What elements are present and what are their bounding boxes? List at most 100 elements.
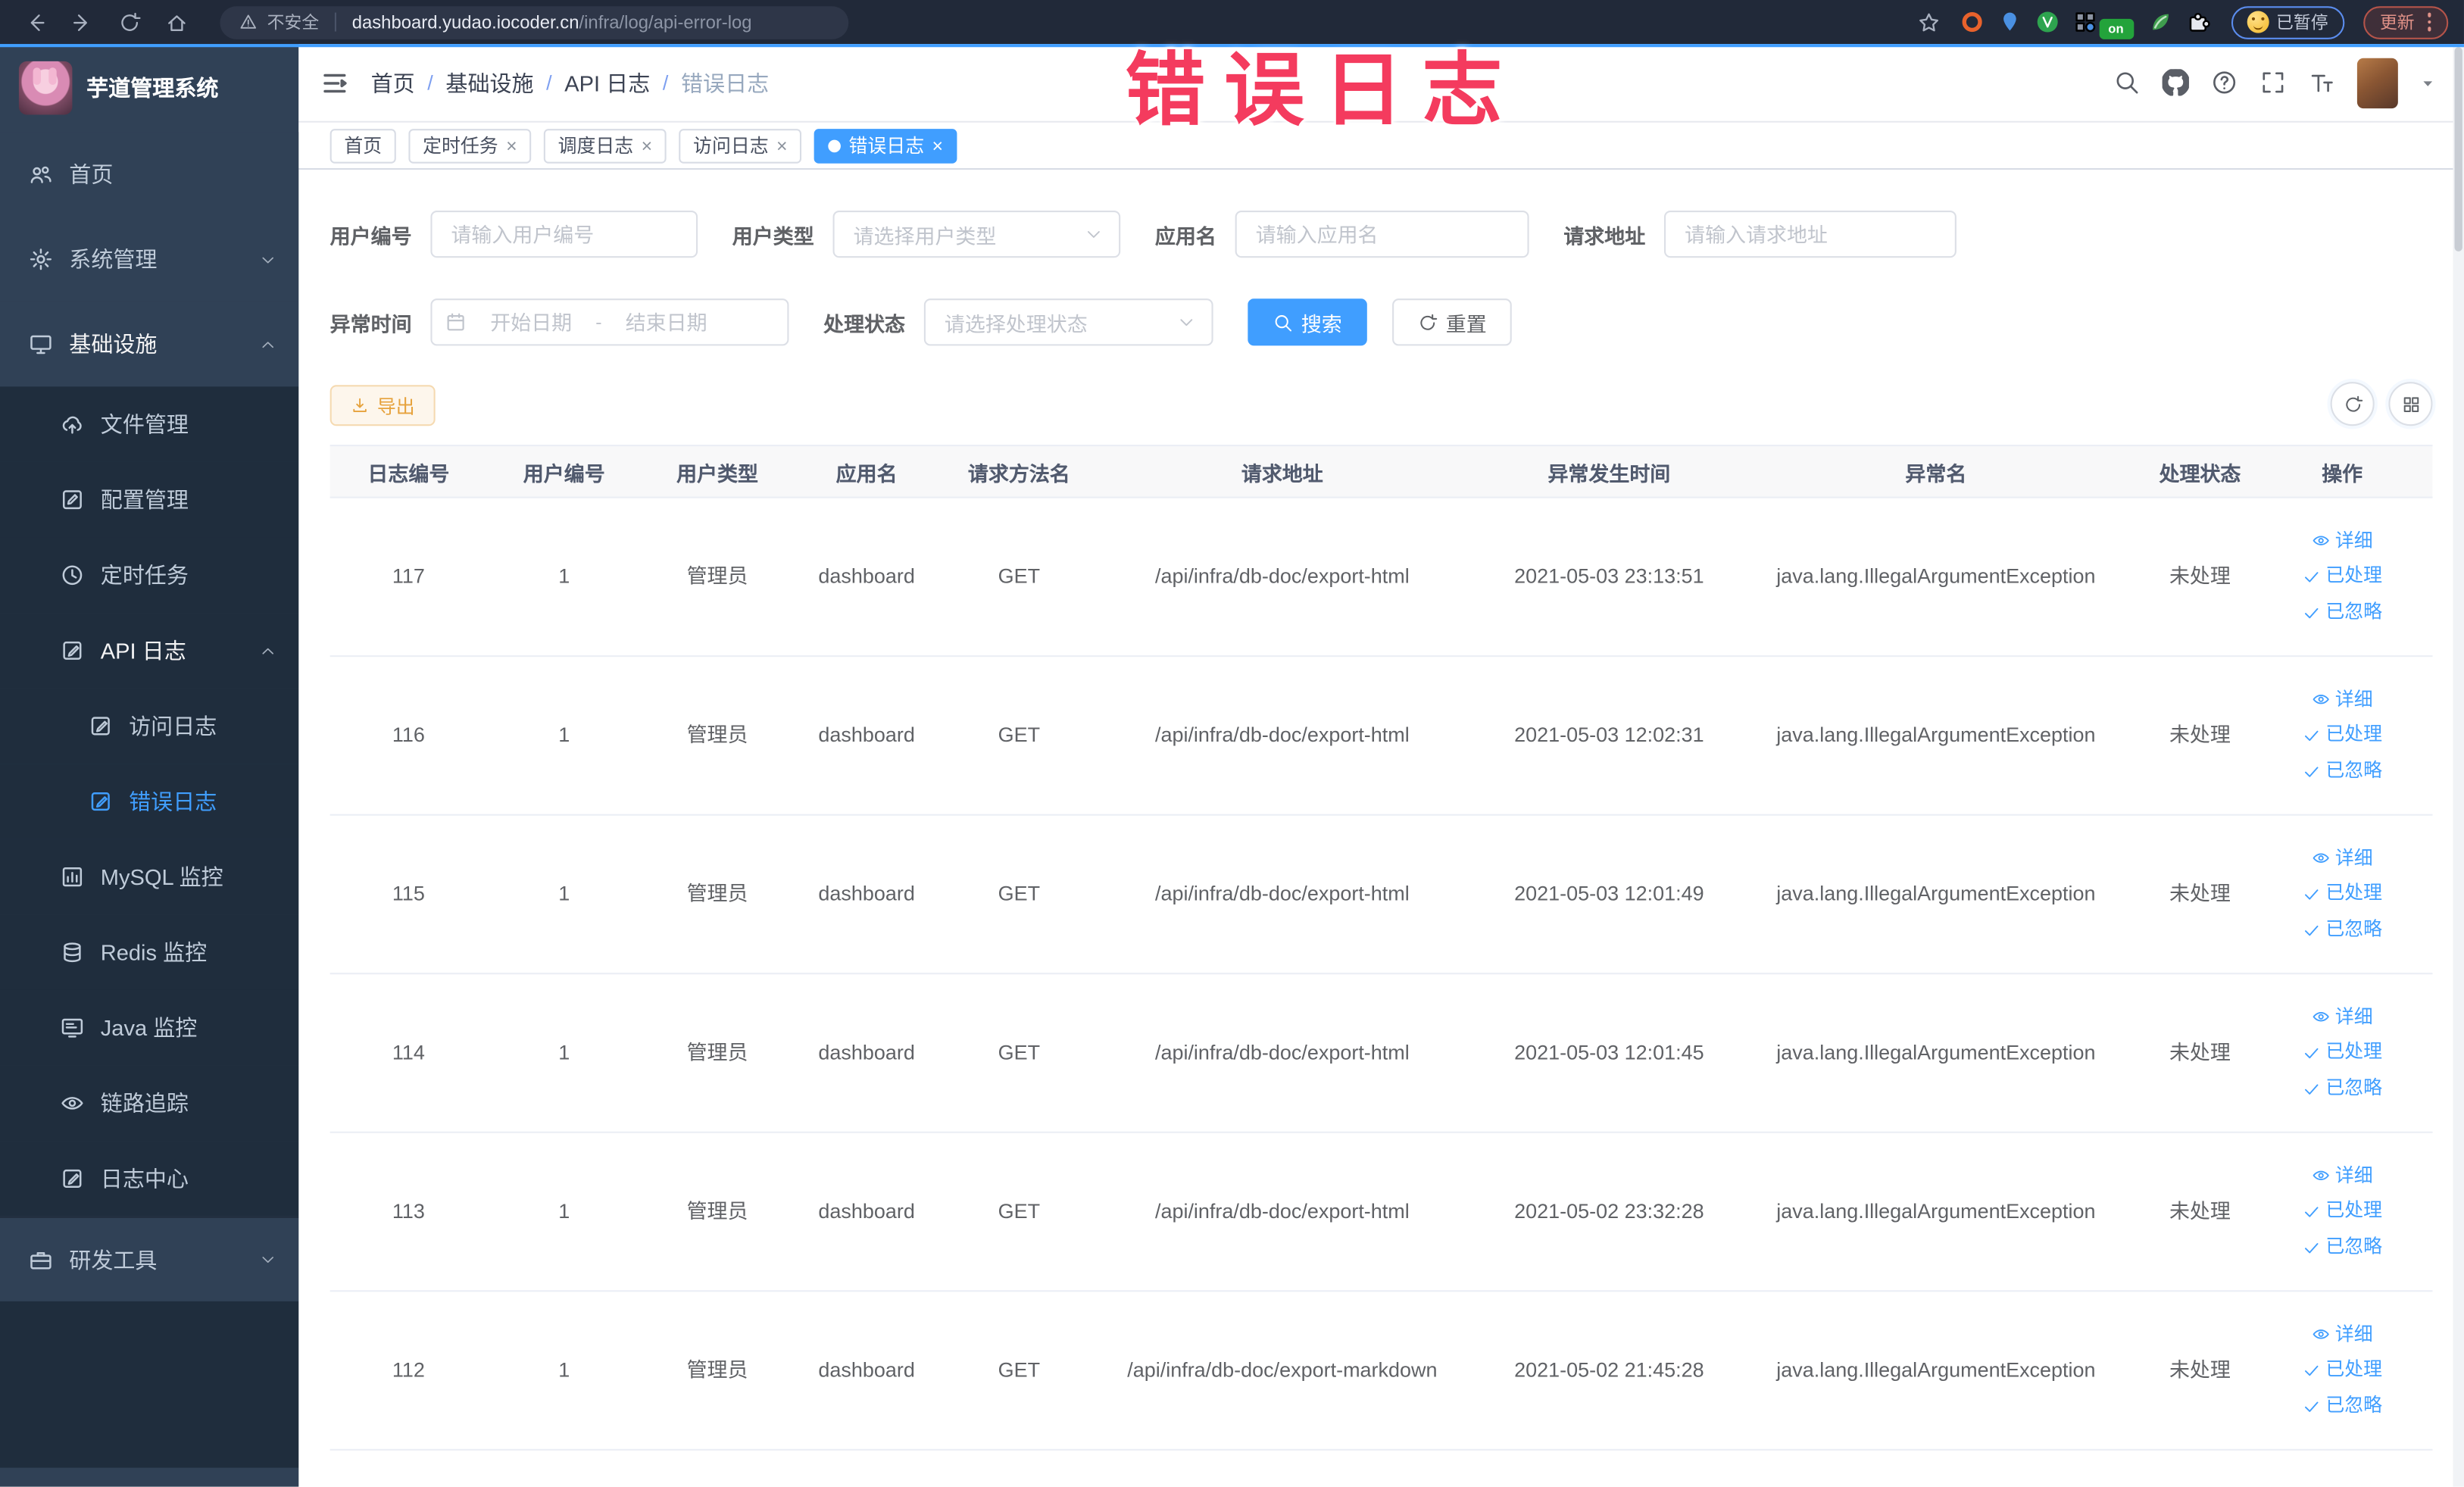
tab-0[interactable]: 首页 bbox=[329, 128, 396, 163]
tab-close-icon[interactable]: × bbox=[776, 136, 788, 155]
sidebar-item-2[interactable]: 基础设施 bbox=[0, 301, 299, 387]
sidebar-item-label: 研发工具 bbox=[69, 1247, 158, 1273]
cell-method: GET bbox=[940, 722, 1099, 748]
font-size-icon[interactable] bbox=[2309, 69, 2335, 95]
check-icon bbox=[2302, 1079, 2321, 1098]
action-label: 详细 bbox=[2334, 529, 2373, 551]
sidebar-item-1[interactable]: 系统管理 bbox=[0, 217, 299, 302]
tab-close-icon[interactable]: × bbox=[932, 136, 943, 155]
check-icon bbox=[2302, 920, 2321, 939]
cell-value: /api/infra/db-doc/export-html bbox=[1154, 1198, 1410, 1223]
tab-1[interactable]: 定时任务 × bbox=[408, 128, 532, 163]
process-status-select[interactable]: 请选择处理状态 bbox=[923, 298, 1213, 346]
cell-actions: 详细已处理已忽略 bbox=[2280, 529, 2404, 624]
tab-2[interactable]: 调度日志 × bbox=[543, 128, 667, 163]
action-1[interactable]: 已处理 bbox=[2302, 1358, 2382, 1382]
column-header-method: 请求方法名 bbox=[967, 461, 1070, 486]
tab-close-icon[interactable]: × bbox=[642, 136, 653, 155]
bookmark-star-icon[interactable] bbox=[1910, 5, 1948, 39]
extension-grid-icon[interactable] bbox=[2070, 8, 2098, 36]
browser-refresh-icon[interactable] bbox=[110, 5, 148, 39]
github-icon[interactable] bbox=[2162, 69, 2189, 96]
start-date-input[interactable] bbox=[473, 310, 590, 334]
extension-leaf-icon[interactable] bbox=[2146, 8, 2174, 36]
user-menu-caret-icon[interactable] bbox=[2420, 75, 2436, 91]
exception-time-range-picker[interactable]: - bbox=[430, 298, 789, 346]
user-avatar[interactable] bbox=[2356, 57, 2398, 108]
sidebar-item-14[interactable]: 研发工具 bbox=[0, 1216, 299, 1301]
breadcrumb-item-1[interactable]: 基础设施 bbox=[445, 67, 533, 98]
table-refresh-button[interactable] bbox=[2330, 382, 2375, 426]
action-0[interactable]: 详细 bbox=[2312, 1323, 2373, 1347]
eye-icon bbox=[2312, 1326, 2331, 1345]
action-1[interactable]: 已处理 bbox=[2302, 564, 2382, 589]
browser-menu-icon[interactable] bbox=[2427, 13, 2431, 31]
extension-target-icon[interactable] bbox=[1957, 8, 1985, 36]
tab-close-icon[interactable]: × bbox=[506, 136, 517, 155]
sidebar-item-11[interactable]: Java 监控 bbox=[0, 989, 299, 1066]
extension-pin-icon[interactable] bbox=[1995, 8, 2023, 36]
browser-home-icon[interactable] bbox=[157, 5, 195, 39]
action-0[interactable]: 详细 bbox=[2312, 1005, 2373, 1029]
browser-back-icon[interactable] bbox=[16, 5, 54, 39]
extension-on-badge[interactable]: on bbox=[2098, 18, 2134, 39]
sidebar-item-9[interactable]: MySQL 监控 bbox=[0, 839, 299, 915]
sidebar-item-8[interactable]: 错误日志 bbox=[0, 764, 299, 839]
action-2[interactable]: 已忽略 bbox=[2302, 600, 2382, 624]
breadcrumb-item-2[interactable]: API 日志 bbox=[564, 67, 650, 98]
sidebar-item-0[interactable]: 首页 bbox=[0, 132, 299, 217]
action-2[interactable]: 已忽略 bbox=[2302, 1394, 2382, 1418]
action-0[interactable]: 详细 bbox=[2312, 688, 2373, 712]
header-search-icon[interactable] bbox=[2113, 69, 2140, 95]
action-2[interactable]: 已忽略 bbox=[2302, 917, 2382, 942]
sidebar-item-12[interactable]: 链路追踪 bbox=[0, 1065, 299, 1142]
action-1[interactable]: 已处理 bbox=[2302, 882, 2382, 906]
extensions-puzzle-icon[interactable] bbox=[2184, 8, 2212, 36]
action-1[interactable]: 已处理 bbox=[2302, 723, 2382, 748]
browser-update-button[interactable]: 更新 bbox=[2363, 5, 2449, 39]
page-scrollbar[interactable] bbox=[2453, 44, 2464, 1487]
export-button[interactable]: 导出 bbox=[329, 385, 436, 426]
action-2[interactable]: 已忽略 bbox=[2302, 759, 2382, 783]
user-type-placeholder: 请选择用户类型 bbox=[853, 223, 997, 248]
browser-forward-icon[interactable] bbox=[63, 5, 101, 39]
sidebar-item-6[interactable]: API 日志 bbox=[0, 613, 299, 689]
sidebar-item-3[interactable]: 文件管理 bbox=[0, 386, 299, 462]
breadcrumb-separator: / bbox=[662, 70, 669, 95]
action-0[interactable]: 详细 bbox=[2312, 1164, 2373, 1188]
tab-4[interactable]: 错误日志 × bbox=[814, 128, 957, 163]
cell-value: 1 bbox=[558, 880, 570, 905]
action-1[interactable]: 已处理 bbox=[2302, 1199, 2382, 1223]
extension-v-icon[interactable] bbox=[2032, 8, 2060, 36]
action-label: 详细 bbox=[2334, 1004, 2373, 1027]
cell-value: 未处理 bbox=[2169, 1039, 2231, 1064]
sidebar-item-13[interactable]: 日志中心 bbox=[0, 1141, 299, 1217]
reset-button[interactable]: 重置 bbox=[1392, 298, 1512, 346]
browser-address-bar[interactable]: 不安全 dashboard.yudao.iocoder.cn/infra/log… bbox=[220, 5, 849, 39]
scrollbar-thumb[interactable] bbox=[2454, 47, 2462, 251]
column-settings-button[interactable] bbox=[2388, 382, 2433, 426]
action-0[interactable]: 详细 bbox=[2312, 529, 2373, 553]
action-0[interactable]: 详细 bbox=[2312, 846, 2373, 870]
tab-3[interactable]: 访问日志 × bbox=[679, 128, 802, 163]
sidebar-collapse-icon[interactable] bbox=[320, 68, 348, 96]
sidebar-item-7[interactable]: 访问日志 bbox=[0, 688, 299, 764]
app-name-input[interactable] bbox=[1235, 210, 1529, 258]
help-icon[interactable] bbox=[2211, 69, 2238, 95]
request-url-input[interactable] bbox=[1664, 210, 1957, 258]
user-id-input[interactable] bbox=[430, 210, 698, 258]
doc-edit-icon bbox=[88, 789, 113, 814]
profile-paused-button[interactable]: 已暂停 bbox=[2230, 5, 2344, 39]
action-2[interactable]: 已忽略 bbox=[2302, 1235, 2382, 1259]
breadcrumb-item-0[interactable]: 首页 bbox=[371, 67, 415, 98]
sidebar-item-10[interactable]: Redis 监控 bbox=[0, 914, 299, 990]
tab-label: 错误日志 bbox=[848, 135, 925, 158]
action-2[interactable]: 已忽略 bbox=[2302, 1076, 2382, 1101]
search-button[interactable]: 搜索 bbox=[1248, 298, 1367, 346]
user-type-select[interactable]: 请选择用户类型 bbox=[832, 210, 1121, 258]
action-1[interactable]: 已处理 bbox=[2302, 1041, 2382, 1065]
sidebar-item-5[interactable]: 定时任务 bbox=[0, 537, 299, 614]
sidebar-item-4[interactable]: 配置管理 bbox=[0, 461, 299, 538]
fullscreen-icon[interactable] bbox=[2259, 69, 2286, 95]
end-date-input[interactable] bbox=[607, 310, 725, 334]
